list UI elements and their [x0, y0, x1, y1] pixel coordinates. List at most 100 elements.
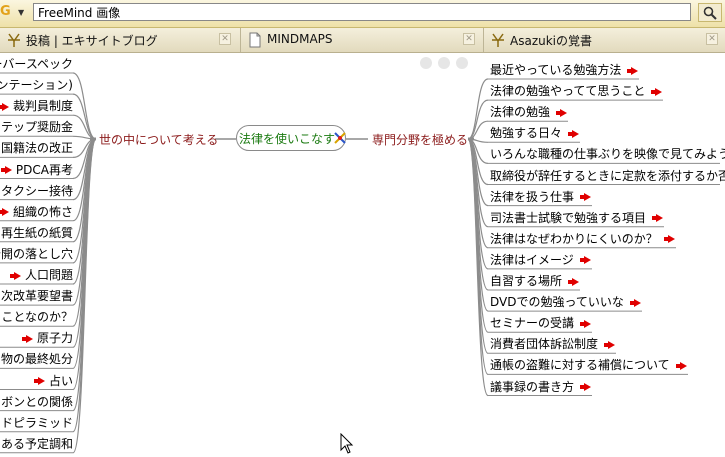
link-arrow-icon[interactable] [0, 166, 12, 174]
mindmap-edge [467, 78, 489, 140]
search-input[interactable] [33, 3, 691, 21]
close-tab-icon[interactable]: ✕ [463, 33, 475, 45]
link-arrow-icon[interactable] [580, 383, 592, 391]
link-arrow-icon[interactable] [556, 108, 568, 117]
right-child-node[interactable]: 法律を扱う仕事 [490, 189, 592, 205]
right-child-node[interactable]: DVDでの勉強っていいな [490, 294, 641, 310]
link-arrow-icon[interactable] [580, 319, 592, 328]
left-branch-node[interactable]: 世の中について考える [99, 132, 218, 148]
right-child-label: 取締役が辞任するときに定款を添付するか否か [490, 168, 725, 183]
right-child-label: 法律はイメージ [490, 252, 574, 267]
link-arrow-icon[interactable] [629, 298, 641, 307]
link-arrow-icon[interactable] [0, 208, 9, 217]
search-engine-selector[interactable]: G ▼ [0, 4, 30, 22]
link-arrow-icon[interactable] [568, 129, 580, 138]
left-child-label: 再生紙の紙質 [0, 225, 73, 240]
link-arrow-icon[interactable] [604, 340, 616, 349]
toolbar-dot [420, 57, 432, 69]
right-child-node[interactable]: 勉強する日々 [490, 125, 580, 141]
right-child-node[interactable]: 消費者団体訴訟制度 [490, 336, 616, 352]
right-child-node[interactable]: 取締役が辞任するときに定款を添付するか否か [490, 168, 725, 184]
link-arrow-icon[interactable] [568, 277, 580, 286]
tab-asazuki[interactable]: Asazukiの覚書 ✕ [484, 28, 725, 52]
right-child-node[interactable]: いろんな職種の仕事ぶりを映像で見てみよう！ [490, 146, 725, 162]
left-child-label: 組織の怖さ [12, 204, 73, 219]
left-child-node[interactable]: 国籍法の改正 [1, 140, 73, 156]
right-child-node[interactable]: 司法書士試験で勉強する項目 [490, 210, 664, 226]
left-child-label: 人口問題 [24, 268, 73, 282]
left-child-label: ーバースペック [0, 57, 73, 71]
google-icon: G [0, 4, 11, 19]
right-child-node[interactable]: 法律はなぜわかりにくいのか？ [490, 231, 675, 247]
link-arrow-icon[interactable] [652, 214, 664, 223]
right-child-label: 法律を扱う仕事 [490, 189, 575, 204]
left-child-node[interactable]: 公開の落とし穴 [0, 246, 73, 262]
left-child-node[interactable]: ことなのか？ [1, 309, 73, 325]
link-arrow-icon[interactable] [580, 193, 592, 202]
link-arrow-icon[interactable] [627, 66, 639, 75]
link-arrow-icon[interactable] [9, 271, 21, 280]
root-node-label: 法律を使いこなす [239, 132, 336, 146]
right-child-node[interactable]: 通帳の盗難に対する補償について [490, 357, 687, 373]
left-child-node[interactable]: PDCA再考 [0, 162, 73, 178]
link-arrow-icon[interactable] [651, 87, 663, 96]
toolbar-dot [438, 57, 450, 69]
right-child-label: 司法書士試験で勉強する項目 [490, 210, 647, 225]
tab-label: 投稿 | エキサイトブログ [26, 34, 158, 48]
left-child-node[interactable]: ーバースペック [0, 56, 73, 72]
left-child-node[interactable]: 次改革要望書 [1, 288, 73, 304]
left-child-node[interactable]: ラボンとの関係 [0, 394, 73, 410]
left-child-node[interactable]: 裁判員制度 [0, 98, 73, 114]
left-child-label: ことなのか？ [1, 310, 73, 325]
close-tab-icon[interactable]: ✕ [219, 33, 231, 45]
left-child-node[interactable]: 再生紙の紙質 [1, 225, 73, 241]
left-child-node[interactable]: タクシー接待 [0, 183, 73, 199]
right-child-node[interactable]: 法律の勉強やってて思うこと [490, 83, 663, 99]
right-child-node[interactable]: 自習する場所 [490, 273, 580, 289]
left-child-node[interactable]: 人口問題 [9, 267, 73, 283]
left-child-label: ラボンとの関係 [0, 394, 73, 409]
left-child-node[interactable]: 原子力 [21, 330, 73, 346]
right-child-label: 最近やっている勉強方法 [490, 63, 622, 77]
close-tab-icon[interactable]: ✕ [706, 33, 718, 45]
mouse-cursor-icon [340, 433, 354, 454]
left-child-node[interactable]: 占い [33, 373, 73, 389]
search-button[interactable] [698, 3, 722, 22]
left-child-node[interactable]: 物の最終処分 [1, 351, 73, 367]
left-child-label: 次改革要望書 [0, 289, 73, 304]
link-arrow-icon[interactable] [579, 256, 591, 265]
right-child-label: 自習する場所 [490, 274, 563, 288]
right-child-label: 議事録の書き方 [490, 379, 575, 394]
star-pen-icon [8, 33, 20, 47]
link-arrow-icon[interactable] [663, 235, 675, 244]
tab-excite-blog[interactable]: 投稿 | エキサイトブログ ✕ [0, 28, 241, 52]
link-arrow-icon[interactable] [21, 334, 33, 343]
right-child-node[interactable]: 法律はイメージ [490, 252, 591, 268]
left-child-node[interactable]: ステップ奨励金 [0, 119, 73, 135]
star-pen-icon [492, 33, 504, 47]
left-child-node[interactable]: ゼンテーション) [0, 77, 73, 93]
left-child-label: PDCA再考 [15, 162, 73, 177]
right-child-node[interactable]: 議事録の書き方 [490, 379, 592, 395]
right-child-node[interactable]: 法律の勉強 [490, 104, 568, 120]
left-child-label: タクシー接待 [0, 183, 73, 198]
left-child-label: 国籍法の改正 [0, 141, 73, 156]
tab-mindmaps[interactable]: MINDMAPS ✕ [241, 28, 484, 52]
left-child-node[interactable]: フードピラミッド [0, 415, 73, 431]
link-arrow-icon[interactable] [0, 102, 9, 111]
tab-label: MINDMAPS [267, 32, 333, 46]
left-child-label: 原子力 [36, 331, 73, 346]
right-child-label: いろんな職種の仕事ぶりを映像で見てみよう！ [490, 147, 725, 162]
left-child-label: ゼンテーション) [0, 78, 73, 93]
left-child-node[interactable]: ある予定調和 [1, 436, 73, 452]
mindmap-edge [72, 138, 97, 391]
link-arrow-icon[interactable] [675, 361, 687, 370]
right-branch-node[interactable]: 専門分野を極める [372, 132, 468, 148]
left-child-node[interactable]: 組織の怖さ [0, 204, 73, 220]
left-child-label: 公開の落とし穴 [0, 246, 73, 261]
right-child-node[interactable]: セミナーの受講 [490, 315, 592, 331]
link-arrow-icon[interactable] [33, 377, 45, 385]
root-node[interactable]: 法律を使いこなす [236, 125, 346, 151]
tab-label: Asazukiの覚書 [510, 34, 593, 48]
right-child-node[interactable]: 最近やっている勉強方法 [490, 62, 639, 78]
